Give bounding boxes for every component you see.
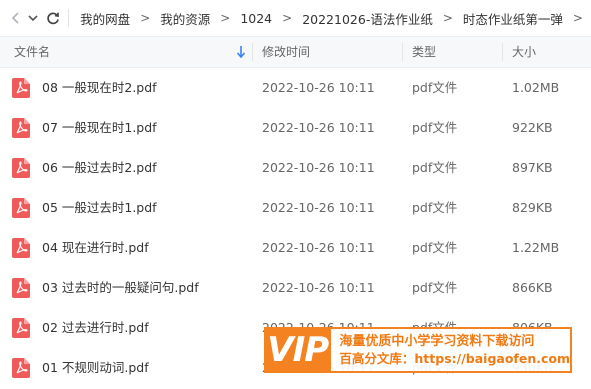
file-type: pdf文件 xyxy=(412,80,458,95)
file-type: pdf文件 xyxy=(412,200,458,215)
file-mtime: 2022-10-26 10:11 xyxy=(262,80,375,95)
toolbar: 我的网盘 > 我的资源 > 1024 > 20221026-语法作业纸 > 时态… xyxy=(0,0,591,36)
file-size: 897KB xyxy=(512,160,553,175)
pdf-file-icon xyxy=(12,118,30,138)
toolbar-divider xyxy=(67,9,69,27)
file-mtime: 2022-10-26 10:11 xyxy=(262,200,375,215)
breadcrumb-separator: > xyxy=(282,11,293,25)
file-name[interactable]: 02 过去进行时.pdf xyxy=(42,308,149,348)
table-row[interactable]: 07 一般现在时1.pdf 2022-10-26 10:11 pdf文件 922… xyxy=(0,108,591,148)
watermark-text: 海量优质中小学学习资料下载访问 百高分文库：https://baigaofen.… xyxy=(331,327,572,373)
column-header-mtime[interactable]: 修改时间 xyxy=(262,37,310,67)
breadcrumb-item-current-folder[interactable]: 时态作业纸第一弹 xyxy=(461,9,565,28)
column-divider[interactable] xyxy=(402,43,403,61)
breadcrumb-separator: > xyxy=(140,11,151,25)
breadcrumb-item-grammar-worksheets[interactable]: 20221026-语法作业纸 xyxy=(300,9,435,28)
file-mtime: 2022-10-26 10:11 xyxy=(262,240,375,255)
file-mtime: 2022-10-26 10:11 xyxy=(262,120,375,135)
file-size: 1.22MB xyxy=(512,240,560,255)
file-name[interactable]: 03 过去时的一般疑问句.pdf xyxy=(42,268,199,308)
pdf-file-icon xyxy=(12,238,30,258)
breadcrumb-separator: > xyxy=(572,11,583,25)
vip-watermark-banner: VIP 海量优质中小学学习资料下载访问 百高分文库：https://baigao… xyxy=(264,327,572,373)
chevron-down-icon[interactable] xyxy=(27,7,40,29)
watermark-line-2: 百高分文库：https://baigaofen.com xyxy=(339,351,570,366)
file-type: pdf文件 xyxy=(412,160,458,175)
file-name[interactable]: 05 一般过去时1.pdf xyxy=(42,188,157,228)
breadcrumb-item-my-disk[interactable]: 我的网盘 xyxy=(78,9,132,28)
file-name[interactable]: 08 一般现在时2.pdf xyxy=(42,68,157,108)
file-mtime: 2022-10-26 10:11 xyxy=(262,280,375,295)
table-row[interactable]: 06 一般过去时2.pdf 2022-10-26 10:11 pdf文件 897… xyxy=(0,148,591,188)
column-divider[interactable] xyxy=(502,43,503,61)
refresh-icon[interactable] xyxy=(46,7,60,29)
back-icon[interactable] xyxy=(10,7,23,29)
pdf-file-icon xyxy=(12,198,30,218)
file-name[interactable]: 01 不规则动词.pdf xyxy=(42,348,149,388)
column-header-name[interactable]: 文件名 xyxy=(14,37,50,67)
file-type: pdf文件 xyxy=(412,280,458,295)
pdf-file-icon xyxy=(12,358,30,378)
table-row[interactable]: 03 过去时的一般疑问句.pdf 2022-10-26 10:11 pdf文件 … xyxy=(0,268,591,308)
file-size: 829KB xyxy=(512,200,553,215)
pdf-file-icon xyxy=(12,78,30,98)
table-row[interactable]: 04 现在进行时.pdf 2022-10-26 10:11 pdf文件 1.22… xyxy=(0,228,591,268)
pdf-file-icon xyxy=(12,318,30,338)
breadcrumb-separator: > xyxy=(442,11,453,25)
file-name[interactable]: 07 一般现在时1.pdf xyxy=(42,108,157,148)
file-size: 866KB xyxy=(512,280,553,295)
pdf-file-icon xyxy=(12,278,30,298)
pdf-file-icon xyxy=(12,158,30,178)
column-header-type[interactable]: 类型 xyxy=(412,37,436,67)
file-size: 922KB xyxy=(512,120,553,135)
breadcrumb-item-1024[interactable]: 1024 xyxy=(238,11,274,26)
watermark-line-1: 海量优质中小学学习资料下载访问 xyxy=(339,334,535,349)
breadcrumb-separator: > xyxy=(220,11,231,25)
file-name[interactable]: 04 现在进行时.pdf xyxy=(42,228,149,268)
file-name[interactable]: 06 一般过去时2.pdf xyxy=(42,148,157,188)
file-mtime: 2022-10-26 10:11 xyxy=(262,160,375,175)
breadcrumb: 我的网盘 > 我的资源 > 1024 > 20221026-语法作业纸 > 时态… xyxy=(78,9,591,28)
vip-badge: VIP xyxy=(264,327,332,373)
column-header-size[interactable]: 大小 xyxy=(512,37,536,67)
breadcrumb-item-my-resources[interactable]: 我的资源 xyxy=(158,9,212,28)
table-row[interactable]: 05 一般过去时1.pdf 2022-10-26 10:11 pdf文件 829… xyxy=(0,188,591,228)
file-size: 1.02MB xyxy=(512,80,560,95)
file-type: pdf文件 xyxy=(412,240,458,255)
column-divider[interactable] xyxy=(252,43,253,61)
table-header: 文件名 修改时间 类型 大小 xyxy=(0,36,591,68)
file-type: pdf文件 xyxy=(412,120,458,135)
arrow-down-icon[interactable] xyxy=(236,45,246,62)
table-row[interactable]: 08 一般现在时2.pdf 2022-10-26 10:11 pdf文件 1.0… xyxy=(0,68,591,108)
